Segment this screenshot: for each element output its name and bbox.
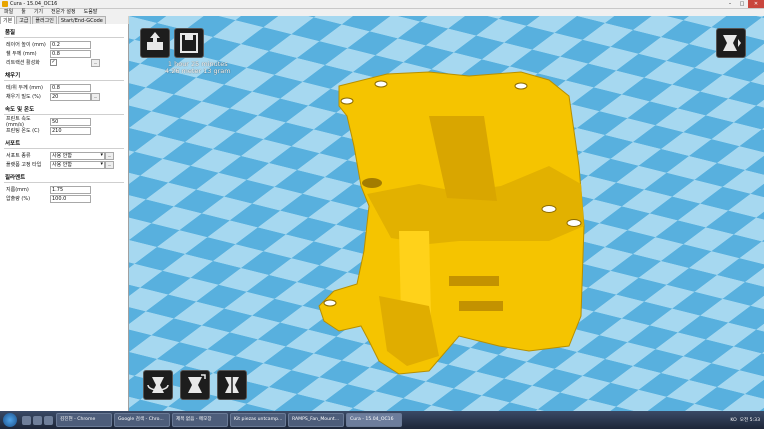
tab-advanced[interactable]: 고급	[16, 16, 32, 24]
setting-row: 프린팅 온도 (C) 210	[0, 126, 128, 135]
3d-viewport[interactable]: 1 hour 25 minutes 4.26 meter 13 gram	[129, 16, 764, 411]
maximize-button[interactable]: □	[736, 0, 748, 8]
section-filament-title: 필라멘트	[5, 175, 26, 181]
support-options-button[interactable]: ...	[105, 151, 114, 160]
retraction-label: 리트랙션 활성화	[6, 60, 40, 66]
taskbar-item[interactable]: 김진현 - Chrome	[56, 413, 112, 427]
minimize-button[interactable]: –	[724, 0, 736, 8]
rotate-icon	[147, 377, 169, 393]
window-controls: – □ ✕	[724, 0, 764, 8]
view-mode-icon	[723, 35, 741, 51]
divider	[4, 37, 124, 38]
scale-icon	[188, 374, 206, 393]
section-speed-title: 속도 및 온도	[5, 107, 35, 113]
retraction-options-button[interactable]: ...	[91, 58, 100, 67]
retraction-checkbox[interactable]: ✓	[50, 59, 57, 66]
menu-bar: 파일 툴 기기 전문가 설정 도움말	[0, 9, 764, 16]
flow-input[interactable]: 100.0	[50, 194, 91, 203]
chrome-icon[interactable]	[44, 415, 53, 425]
taskbar-item-active[interactable]: Cura - 15.04_OC16	[346, 413, 402, 427]
title-bar: Cura - 15.04_OC16 – □ ✕	[0, 0, 764, 9]
adhesion-options-button[interactable]: ...	[105, 160, 114, 169]
divider	[4, 80, 124, 81]
mirror-icon	[225, 374, 239, 396]
tab-start-end-gcode[interactable]: Start/End-GCode	[57, 16, 106, 24]
explorer-icon[interactable]	[22, 415, 31, 425]
bottom-top-thickness-input[interactable]: 0.8	[50, 83, 91, 92]
setting-row: 채우기 밀도 (%) 20 ...	[0, 92, 128, 101]
print-speed-input[interactable]: 50	[50, 117, 91, 126]
start-button[interactable]	[3, 413, 17, 427]
tab-basic[interactable]: 기본	[0, 16, 16, 24]
setting-row: 지름(mm) 1.75	[0, 185, 128, 194]
language-indicator[interactable]: KO	[730, 418, 736, 423]
bottom-top-thickness-label: 테/위 두께 (mm)	[6, 85, 43, 91]
media-icon[interactable]	[33, 415, 42, 425]
save-gcode-button[interactable]	[174, 28, 204, 58]
taskbar-item[interactable]: RAMPS_Fan_Mount...	[288, 413, 344, 427]
menu-expert[interactable]: 전문가 설정	[47, 9, 80, 16]
setting-row: 플랫폼 고정 타입 사용 안함 ...	[0, 160, 128, 169]
setting-row: 테/위 두께 (mm) 0.8	[0, 83, 128, 92]
shell-thickness-input[interactable]: 0.8	[50, 49, 91, 58]
print-temperature-label: 프린팅 온도 (C)	[6, 128, 40, 134]
settings-panel: 품질 레이어 높이 (mm) 0.2 쉘 두께 (mm) 0.8 리트랙션 활성…	[0, 24, 129, 411]
setting-row: 서포트 종류 사용 안함 ...	[0, 151, 128, 160]
setting-row: 압출량 (%) 100.0	[0, 194, 128, 203]
section-fill-title: 채우기	[5, 73, 21, 79]
section-quality-title: 품질	[5, 30, 16, 36]
section-support-title: 서포트	[5, 141, 21, 147]
fill-options-button[interactable]: ...	[91, 92, 100, 101]
setting-row: 레이어 높이 (mm) 0.2	[0, 40, 128, 49]
support-type-label: 서포트 종류	[6, 153, 31, 159]
settings-tabs: 기본 고급 플러그인 Start/End-GCode	[0, 16, 128, 24]
setting-row: 리트랙션 활성화 ✓ ...	[0, 58, 128, 67]
platform-adhesion-label: 플랫폼 고정 타입	[6, 162, 42, 168]
taskbar-item[interactable]: Kit piezas untcamp...	[230, 413, 286, 427]
build-plate	[129, 16, 764, 411]
taskbar-item[interactable]: Google 검색 - Chro...	[114, 413, 170, 427]
close-button[interactable]: ✕	[748, 0, 764, 8]
view-mode-button[interactable]	[716, 28, 746, 58]
system-tray: KO 오전 5:33	[727, 417, 764, 424]
fill-density-input[interactable]: 20	[50, 92, 91, 101]
tab-plugins[interactable]: 플러그인	[32, 16, 57, 24]
windows-taskbar: 김진현 - Chrome Google 검색 - Chro... 제목 없음 -…	[0, 411, 764, 429]
print-temperature-input[interactable]: 210	[50, 126, 91, 135]
scale-button[interactable]	[180, 370, 210, 400]
menu-file[interactable]: 파일	[0, 9, 17, 16]
flow-label: 압출량 (%)	[6, 196, 31, 202]
cura-app-icon	[2, 1, 8, 7]
menu-tools[interactable]: 툴	[17, 9, 30, 16]
taskbar-item[interactable]: 제목 없음 - 메모장	[172, 413, 228, 427]
shell-thickness-label: 쉘 두께 (mm)	[6, 51, 37, 57]
setting-row: 쉘 두께 (mm) 0.8	[0, 49, 128, 58]
load-model-button[interactable]	[140, 28, 170, 58]
window-title: Cura - 15.04_OC16	[10, 1, 58, 7]
menu-help[interactable]: 도움말	[80, 9, 102, 16]
print-usage: 4.26 meter 13 gram	[165, 67, 231, 75]
fill-density-label: 채우기 밀도 (%)	[6, 94, 41, 100]
rotate-button[interactable]	[143, 370, 173, 400]
filament-diameter-label: 지름(mm)	[6, 187, 29, 193]
clock[interactable]: 오전 5:33	[740, 417, 760, 423]
divider	[4, 182, 124, 183]
layer-height-input[interactable]: 0.2	[50, 40, 91, 49]
filament-diameter-input[interactable]: 1.75	[50, 185, 91, 194]
support-type-select[interactable]: 사용 안함	[50, 151, 105, 160]
divider	[4, 148, 124, 149]
floppy-disk-icon	[180, 33, 198, 53]
mirror-button[interactable]	[217, 370, 247, 400]
setting-row: 프린트 속도 (mm/s) 50	[0, 116, 128, 128]
menu-machine[interactable]: 기기	[30, 9, 47, 16]
print-info: 1 hour 25 minutes 4.26 meter 13 gram	[165, 61, 231, 75]
layer-height-label: 레이어 높이 (mm)	[6, 42, 46, 48]
platform-adhesion-select[interactable]: 사용 안함	[50, 160, 105, 169]
load-icon	[147, 32, 163, 50]
